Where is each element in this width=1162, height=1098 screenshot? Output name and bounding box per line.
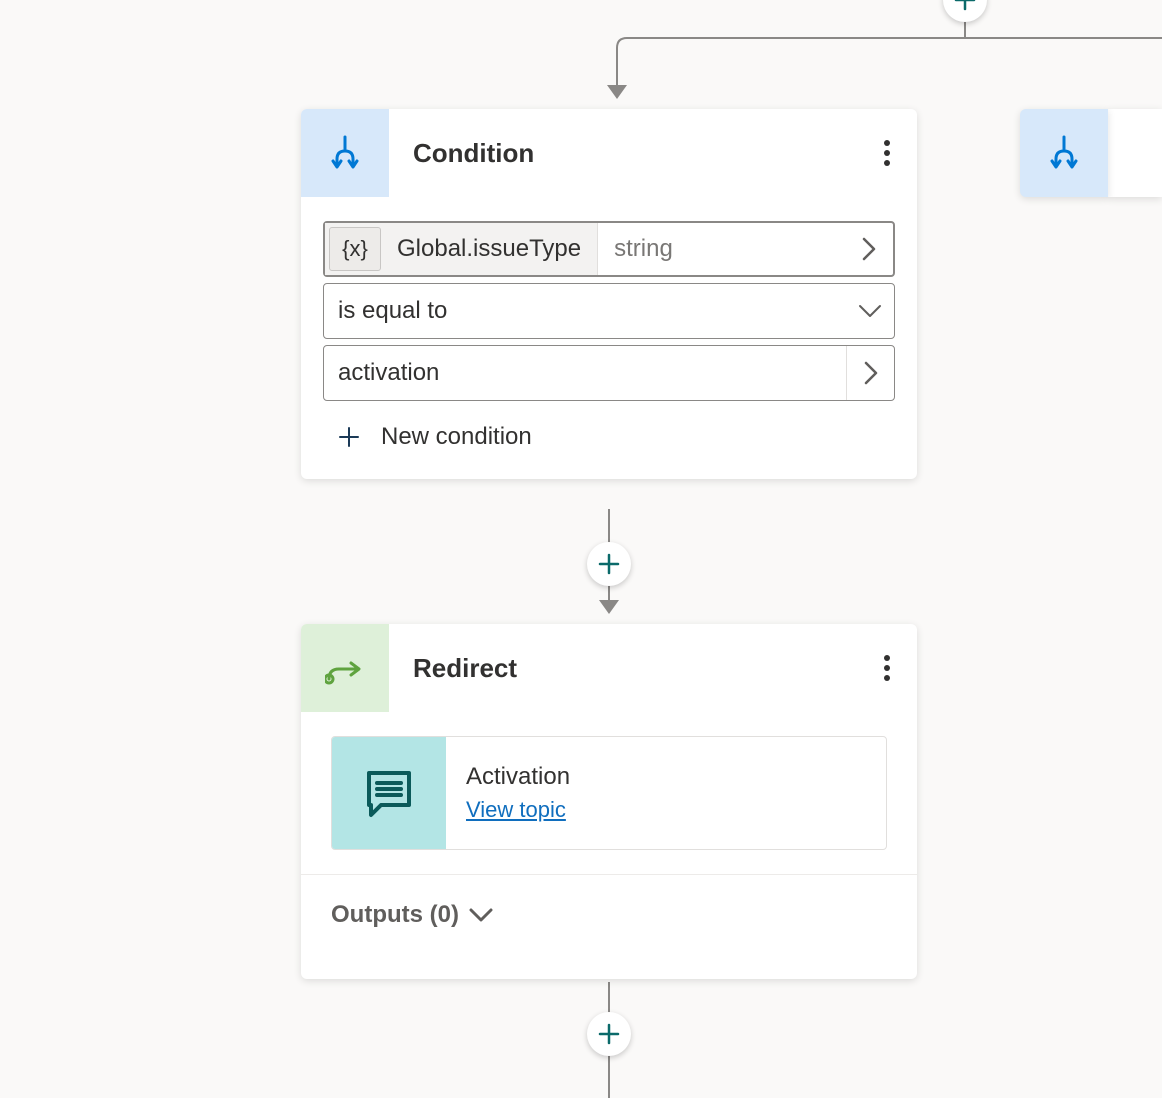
chevron-down-icon: [469, 901, 493, 929]
condition-title: Condition: [389, 138, 857, 169]
peer-condition-icon-box[interactable]: [1020, 109, 1108, 197]
add-node-button-bottom[interactable]: [587, 1012, 631, 1056]
variable-name: Global.issueType: [385, 235, 597, 263]
condition-body: {x} Global.issueType string is equal to: [301, 197, 917, 479]
peer-condition-card-edge: [1108, 109, 1162, 197]
add-node-button-mid[interactable]: [587, 542, 631, 586]
redirect-icon-box: [301, 624, 389, 712]
more-vertical-icon: [884, 140, 890, 166]
chat-icon: [361, 765, 417, 821]
outputs-label: Outputs (0): [331, 901, 459, 929]
topic-name: Activation: [466, 763, 570, 791]
plus-icon: [331, 425, 367, 449]
branch-icon: [325, 133, 365, 173]
condition-icon: [301, 109, 389, 197]
variable-expand[interactable]: [845, 223, 893, 275]
view-topic-link[interactable]: View topic: [466, 797, 570, 823]
redirect-topic[interactable]: Activation View topic: [331, 736, 887, 850]
chevron-right-icon: [864, 361, 878, 385]
topic-icon: [332, 737, 446, 849]
redirect-more-menu[interactable]: [857, 624, 917, 712]
plus-icon: [598, 1023, 620, 1045]
redirect-card: Redirect Activation Vie: [301, 624, 917, 979]
condition-card: Condition {x} Global.issueType string: [301, 109, 917, 479]
chevron-down-icon: [858, 304, 882, 318]
branch-icon: [1044, 133, 1084, 173]
topic-text: Activation View topic: [446, 737, 590, 849]
condition-operator-select[interactable]: is equal to: [323, 283, 895, 339]
chevron-right-icon: [862, 237, 876, 261]
value-text: activation: [324, 359, 846, 387]
variable-type: string: [598, 235, 689, 263]
more-vertical-icon: [884, 655, 890, 681]
condition-card-header: Condition: [301, 109, 917, 197]
flow-canvas[interactable]: Condition {x} Global.issueType string: [0, 0, 1162, 1098]
redirect-card-header: Redirect: [301, 624, 917, 712]
redirect-body: Activation View topic Outputs (0): [301, 712, 917, 979]
operator-value: is equal to: [324, 297, 846, 325]
value-expand[interactable]: [846, 346, 894, 400]
outputs-toggle[interactable]: Outputs (0): [323, 875, 895, 955]
plus-icon: [598, 553, 620, 575]
operator-dropdown[interactable]: [846, 284, 894, 338]
condition-variable-picker[interactable]: {x} Global.issueType string: [323, 221, 895, 277]
redirect-title: Redirect: [389, 653, 857, 684]
condition-more-menu[interactable]: [857, 109, 917, 197]
variable-token-icon: {x}: [329, 227, 381, 271]
new-condition-button[interactable]: New condition: [323, 407, 895, 455]
variable-chip: {x} Global.issueType: [325, 223, 598, 275]
redirect-icon: [325, 651, 365, 685]
new-condition-label: New condition: [367, 423, 532, 451]
condition-value-input[interactable]: activation: [323, 345, 895, 401]
plus-icon: [954, 0, 976, 11]
